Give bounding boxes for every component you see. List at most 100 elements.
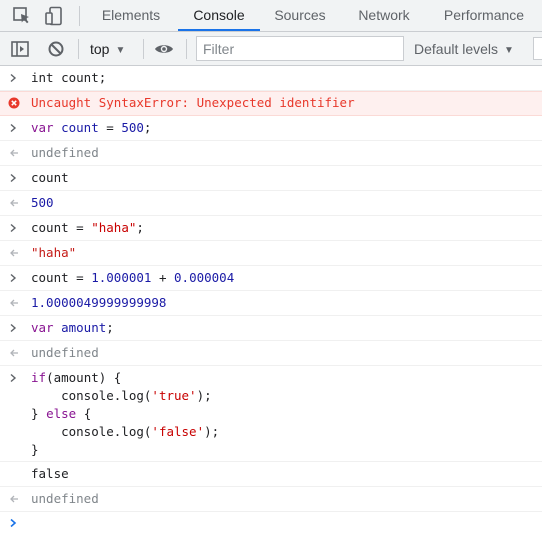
console-prompt[interactable]: [0, 512, 542, 536]
console-input-entry: count: [0, 166, 542, 191]
input-chevron-icon: [8, 118, 22, 138]
code-token: =: [68, 270, 92, 285]
code-token: var: [31, 120, 54, 135]
code-token: else: [46, 406, 77, 421]
code-line: var count = 500;: [31, 118, 151, 138]
code-line: int count;: [31, 68, 106, 88]
console-input-entry: var amount;: [0, 316, 542, 341]
error-message: Uncaught SyntaxError: Unexpected identif…: [31, 95, 355, 110]
console-result-entry: undefined: [0, 141, 542, 166]
input-chevron-icon: [8, 368, 22, 388]
input-chevron-icon: [8, 218, 22, 238]
code-token: ;: [136, 220, 144, 235]
code-token: "haha": [91, 220, 137, 235]
code-line: if(amount) {: [31, 368, 121, 388]
code-line: } else {: [31, 404, 91, 424]
console-log-entry: false: [0, 462, 542, 487]
log-levels-dropdown[interactable]: Default levels ▼: [414, 39, 514, 59]
chevron-down-icon: ▼: [504, 45, 514, 56]
console-input-entry: var count = 500;: [0, 116, 542, 141]
tab-elements[interactable]: Elements: [92, 0, 170, 31]
console-input-entry: int count;: [0, 66, 542, 91]
code-token: 'true': [151, 388, 197, 403]
context-label: top: [90, 41, 110, 57]
console-result-entry: 500: [0, 191, 542, 216]
tab-console[interactable]: Console: [178, 0, 260, 31]
settings-button[interactable]: [533, 37, 542, 60]
code-token: {: [76, 406, 92, 421]
result-arrow-icon: [8, 143, 22, 163]
console-result-entry: undefined: [0, 341, 542, 366]
code-line: var amount;: [31, 318, 114, 338]
console-result-entry: undefined: [0, 487, 542, 512]
code-line: count: [31, 168, 69, 188]
result-arrow-icon: [8, 343, 22, 363]
code-token: amount: [61, 320, 107, 335]
result-value: undefined: [31, 491, 99, 506]
result-value: undefined: [31, 145, 99, 160]
code-line: console.log('false');: [31, 422, 219, 442]
console-sidebar-icon[interactable]: [10, 39, 30, 59]
tab-network[interactable]: Network: [346, 0, 422, 31]
code-token: 'false': [151, 424, 205, 439]
code-token: =: [68, 220, 92, 235]
code-token: ;: [106, 320, 114, 335]
context-selector[interactable]: top ▼: [90, 39, 125, 59]
toolbar-divider: [186, 39, 187, 59]
code-token: ;: [143, 120, 152, 135]
code-token: if: [31, 370, 47, 385]
code-token: console.log(: [31, 388, 152, 403]
result-value: 1.0000049999999998: [31, 295, 167, 310]
error-icon: [8, 93, 22, 113]
console-error-entry: Uncaught SyntaxError: Unexpected identif…: [0, 91, 542, 116]
code-line: count = "haha";: [31, 218, 144, 238]
result-arrow-icon: [8, 243, 22, 263]
log-levels-label: Default levels: [414, 41, 499, 57]
console-input-entry: if(amount) { console.log('true');} else …: [0, 366, 542, 462]
code-token: }: [31, 442, 39, 457]
code-token: (amount) {: [46, 370, 122, 385]
console-input-entry: count = 1.000001 + 0.000004: [0, 266, 542, 291]
console-input-entry: count = "haha";: [0, 216, 542, 241]
toolbar-divider: [78, 39, 79, 59]
console-output[interactable]: int count; Uncaught SyntaxError: Unexpect…: [0, 66, 542, 551]
code-token: count: [31, 220, 69, 235]
clear-console-icon[interactable]: [46, 39, 66, 59]
code-line: }: [31, 440, 39, 460]
console-result-entry: "haha": [0, 241, 542, 266]
log-message: false: [31, 466, 69, 481]
code-token: count: [31, 270, 69, 285]
code-line: console.log('true');: [31, 386, 212, 406]
device-toolbar-icon[interactable]: [44, 6, 64, 26]
code-line: count = 1.000001 + 0.000004: [31, 268, 234, 288]
code-token: 1.000001: [91, 270, 152, 285]
code-token: var: [31, 320, 54, 335]
toolbar-divider: [143, 39, 144, 59]
result-value: 500: [31, 195, 54, 210]
result-arrow-icon: [8, 489, 22, 509]
inspect-element-icon[interactable]: [12, 6, 32, 26]
eye-icon[interactable]: [154, 39, 174, 59]
devtools-tab-bar: Elements Console Sources Network Perform…: [0, 0, 542, 32]
filter-input[interactable]: [196, 36, 404, 61]
tab-performance[interactable]: Performance: [436, 0, 532, 31]
code-token: +: [151, 270, 175, 285]
prompt-chevron-icon: [8, 513, 22, 533]
input-chevron-icon: [8, 268, 22, 288]
chevron-down-icon: ▼: [115, 45, 126, 56]
result-arrow-icon: [8, 193, 22, 213]
tab-sources[interactable]: Sources: [266, 0, 334, 31]
result-value: undefined: [31, 345, 99, 360]
console-toolbar: top ▼ Default levels ▼: [0, 32, 542, 66]
console-result-entry: 1.0000049999999998: [0, 291, 542, 316]
code-token: console.log(: [31, 424, 152, 439]
code-token: =: [98, 120, 122, 135]
code-token: }: [31, 406, 47, 421]
code-token: 500: [121, 120, 144, 135]
code-token: int count;: [31, 70, 107, 85]
code-token: );: [196, 388, 212, 403]
input-chevron-icon: [8, 68, 22, 88]
code-token: count: [61, 120, 99, 135]
